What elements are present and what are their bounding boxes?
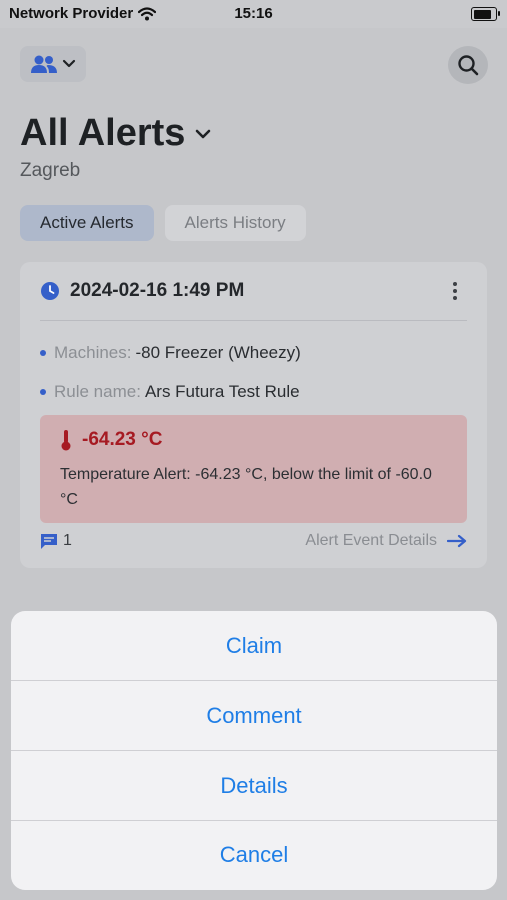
rule-row: Rule name: Ars Futura Test Rule bbox=[40, 382, 300, 402]
page-title: All Alerts bbox=[20, 112, 186, 154]
bullet-icon bbox=[40, 350, 46, 356]
title-dropdown[interactable]: All Alerts bbox=[20, 112, 211, 155]
status-bar: Network Provider 15:16 bbox=[0, 0, 507, 28]
temperature-row: -64.23 °C bbox=[60, 429, 162, 451]
alert-card-header: 2024-02-16 1:49 PM bbox=[40, 280, 244, 302]
alert-tabs: Active Alerts Alerts History bbox=[20, 205, 306, 241]
battery-fill bbox=[473, 9, 491, 19]
more-options-icon[interactable] bbox=[453, 282, 457, 300]
team-selector-button[interactable] bbox=[20, 46, 86, 82]
alert-timestamp: 2024-02-16 1:49 PM bbox=[70, 280, 245, 301]
action-sheet: Claim Comment Details Cancel bbox=[11, 611, 497, 890]
claim-button[interactable]: Claim bbox=[11, 611, 497, 681]
battery-icon bbox=[471, 7, 500, 21]
location-subtitle: Zagreb bbox=[20, 160, 81, 181]
temperature-value: -64.23 °C bbox=[82, 429, 163, 450]
search-button[interactable] bbox=[448, 46, 488, 84]
comment-count: 1 bbox=[63, 532, 72, 549]
tab-active-alerts[interactable]: Active Alerts bbox=[20, 205, 154, 241]
divider bbox=[40, 320, 467, 321]
alert-card[interactable]: 2024-02-16 1:49 PM Machines: -80 Freezer… bbox=[20, 262, 487, 568]
details-link-label: Alert Event Details bbox=[305, 532, 437, 549]
comments-button[interactable]: 1 bbox=[40, 532, 72, 550]
rule-label: Rule name: bbox=[54, 382, 141, 401]
arrow-right-icon bbox=[447, 534, 467, 548]
machines-value: -80 Freezer (Wheezy) bbox=[135, 343, 301, 362]
comment-icon bbox=[41, 534, 57, 549]
alert-event-details-link[interactable]: Alert Event Details bbox=[305, 532, 467, 550]
machines-row: Machines: -80 Freezer (Wheezy) bbox=[40, 343, 301, 363]
thermometer-icon bbox=[61, 430, 71, 451]
details-button[interactable]: Details bbox=[11, 751, 497, 821]
clock-icon bbox=[41, 282, 59, 300]
alert-description: Temperature Alert: -64.23 °C, below the … bbox=[60, 466, 432, 508]
cancel-button[interactable]: Cancel bbox=[11, 820, 497, 890]
comment-button[interactable]: Comment bbox=[11, 681, 497, 751]
machines-label: Machines: bbox=[54, 343, 132, 362]
people-icon bbox=[31, 55, 57, 73]
rule-value: Ars Futura Test Rule bbox=[144, 382, 300, 401]
bullet-icon bbox=[40, 389, 46, 395]
alert-card-footer: 1 Alert Event Details bbox=[40, 532, 467, 554]
alert-detail-box: -64.23 °C Temperature Alert: -64.23 °C, … bbox=[40, 415, 467, 523]
search-icon bbox=[458, 55, 479, 76]
tab-alerts-history[interactable]: Alerts History bbox=[164, 205, 306, 241]
status-time: 15:16 bbox=[234, 5, 273, 22]
chevron-down-icon bbox=[196, 129, 211, 138]
chevron-down-icon bbox=[62, 59, 76, 68]
